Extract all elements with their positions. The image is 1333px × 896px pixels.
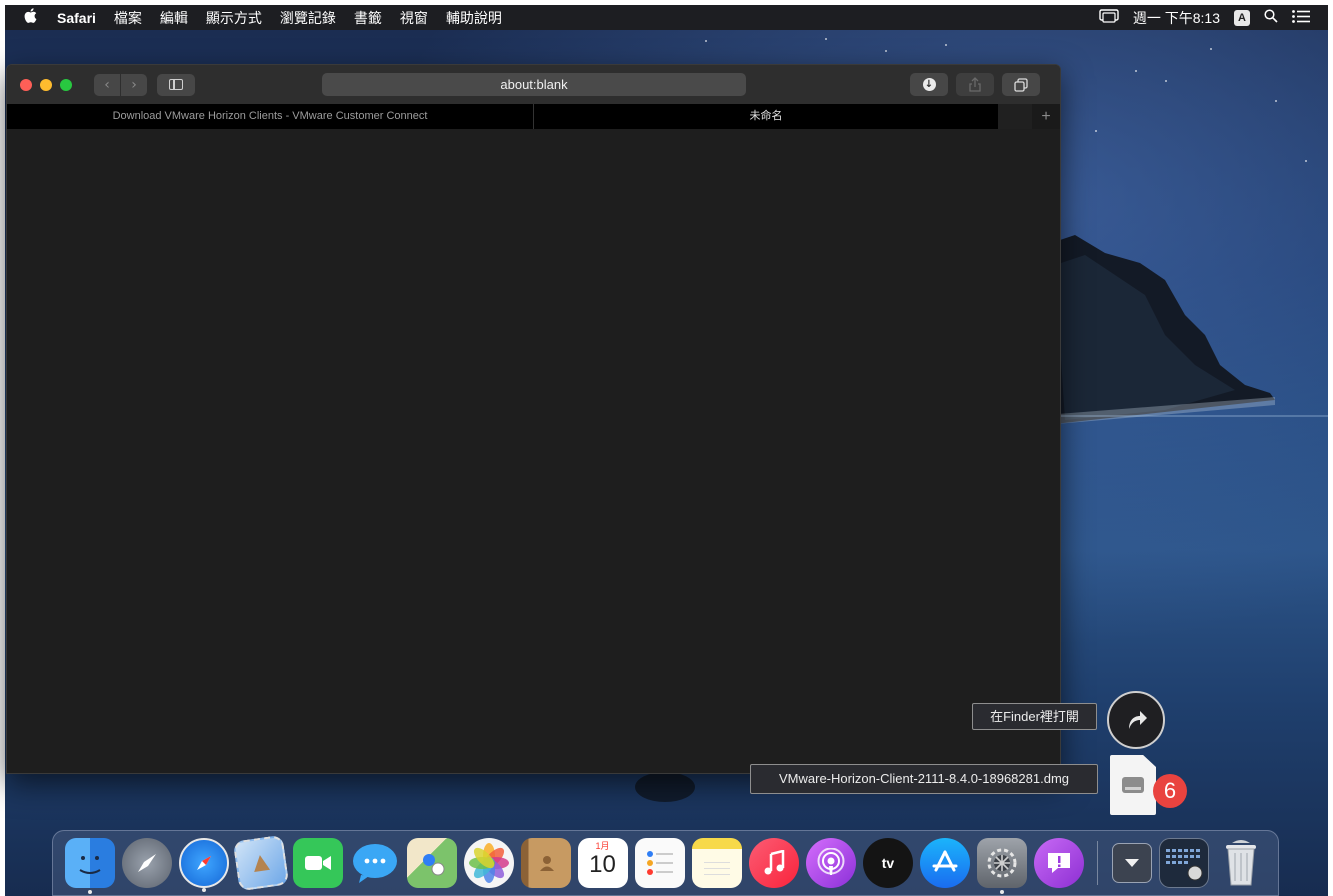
screen-mirroring-icon[interactable] xyxy=(1099,8,1119,27)
tabs-overview-icon xyxy=(1014,77,1028,92)
dock-facetime-icon[interactable] xyxy=(292,838,343,888)
dock-calendar-icon[interactable]: 1月 10 xyxy=(577,838,628,888)
dock-safari-icon[interactable] xyxy=(178,838,229,892)
dock-app-store-icon[interactable] xyxy=(919,838,970,888)
tab-bar: Download VMware Horizon Clients - VMware… xyxy=(7,104,1060,129)
menu-bar: Safari 檔案 編輯 顯示方式 瀏覽記錄 書籤 視窗 輔助說明 週一 下午8… xyxy=(5,5,1328,30)
close-window-button[interactable] xyxy=(20,78,32,91)
tab-untitled[interactable]: 未命名 xyxy=(534,104,998,129)
download-file-label[interactable]: VMware-Horizon-Client-2111-8.4.0-1896828… xyxy=(750,764,1098,794)
running-indicator xyxy=(201,888,206,892)
dock-trash-icon[interactable] xyxy=(1216,838,1266,888)
apple-menu-icon[interactable] xyxy=(5,7,55,28)
spotlight-search-icon[interactable] xyxy=(1264,9,1278,26)
running-indicator xyxy=(999,890,1004,894)
menu-file[interactable]: 檔案 xyxy=(105,8,151,28)
tab-bar-spacer xyxy=(998,104,1032,129)
download-count-badge: 6 xyxy=(1153,774,1187,808)
sidebar-icon xyxy=(169,79,183,90)
address-bar[interactable]: about:blank xyxy=(322,73,746,96)
dock-reminders-icon[interactable] xyxy=(634,838,685,888)
dock-notes-icon[interactable] xyxy=(691,838,742,888)
calendar-month: 1月 xyxy=(595,841,610,851)
sidebar-toggle-button[interactable] xyxy=(157,73,195,96)
forward-button[interactable]: › xyxy=(121,73,147,96)
disk-image-icon xyxy=(1122,777,1144,793)
tab-overview-button[interactable] xyxy=(1002,73,1040,96)
dmg-file-icon[interactable] xyxy=(1110,755,1156,815)
menu-bookmarks[interactable]: 書籤 xyxy=(345,8,391,28)
dock-contacts-icon[interactable] xyxy=(520,838,571,888)
dock-maps-icon[interactable] xyxy=(406,838,457,888)
window-controls xyxy=(20,78,72,91)
dock-launchpad-icon[interactable] xyxy=(121,838,172,888)
download-icon: ↓ xyxy=(922,78,936,91)
wallpaper-cliff xyxy=(1045,235,1275,425)
dock-photos-icon[interactable] xyxy=(463,838,514,888)
menu-view[interactable]: 顯示方式 xyxy=(197,8,271,28)
dock-podcasts-icon[interactable] xyxy=(805,838,856,888)
minimize-window-button[interactable] xyxy=(40,78,52,91)
dock-finder-icon[interactable] xyxy=(64,838,115,894)
menu-help[interactable]: 輔助說明 xyxy=(437,8,511,28)
new-tab-button[interactable]: + xyxy=(1032,104,1060,129)
dock-screenshots-stack[interactable] xyxy=(1158,838,1209,888)
dock: 1月 10 tv xyxy=(52,830,1279,896)
dock-tv-icon[interactable]: tv xyxy=(862,838,913,888)
open-arrow-icon xyxy=(1129,711,1147,729)
menu-window[interactable]: 視窗 xyxy=(391,8,437,28)
web-content-area[interactable] xyxy=(7,129,1060,773)
notification-center-icon[interactable] xyxy=(1292,9,1310,26)
menu-edit[interactable]: 編輯 xyxy=(151,8,197,28)
wallpaper-horizon xyxy=(1060,415,1328,417)
dock-feedback-assistant-icon[interactable] xyxy=(1033,838,1084,888)
input-source-icon[interactable]: A xyxy=(1234,9,1250,26)
tv-label: tv xyxy=(881,855,895,871)
menu-history[interactable]: 瀏覽記錄 xyxy=(271,8,345,28)
dock-system-preferences-icon[interactable] xyxy=(976,838,1027,894)
menu-app-safari[interactable]: Safari xyxy=(55,10,105,26)
dock-messages-icon[interactable] xyxy=(350,838,400,888)
tab-vmware-download[interactable]: Download VMware Horizon Clients - VMware… xyxy=(7,104,534,129)
chevron-down-icon xyxy=(1124,859,1139,867)
calendar-day: 10 xyxy=(589,851,616,878)
dock-music-icon[interactable] xyxy=(748,838,799,888)
dock-mail-icon[interactable] xyxy=(232,834,289,892)
back-button[interactable]: ‹ xyxy=(94,73,120,96)
share-button[interactable] xyxy=(956,73,994,96)
wallpaper-rock xyxy=(635,772,695,802)
share-icon xyxy=(969,77,981,92)
safari-toolbar: ‹ › about:blank ↓ xyxy=(7,65,1060,104)
open-in-finder-label[interactable]: 在Finder裡打開 xyxy=(972,703,1097,730)
menubar-clock[interactable]: 週一 下午8:13 xyxy=(1133,8,1220,28)
zoom-window-button[interactable] xyxy=(60,78,72,91)
downloads-button[interactable]: ↓ xyxy=(910,73,948,96)
dock-downloads-stack[interactable] xyxy=(1111,843,1152,883)
dock-separator xyxy=(1097,841,1098,885)
safari-window: ‹ › about:blank ↓ Download VMware Horizo… xyxy=(6,64,1061,774)
open-in-finder-button[interactable] xyxy=(1107,691,1165,749)
running-indicator xyxy=(87,890,92,894)
